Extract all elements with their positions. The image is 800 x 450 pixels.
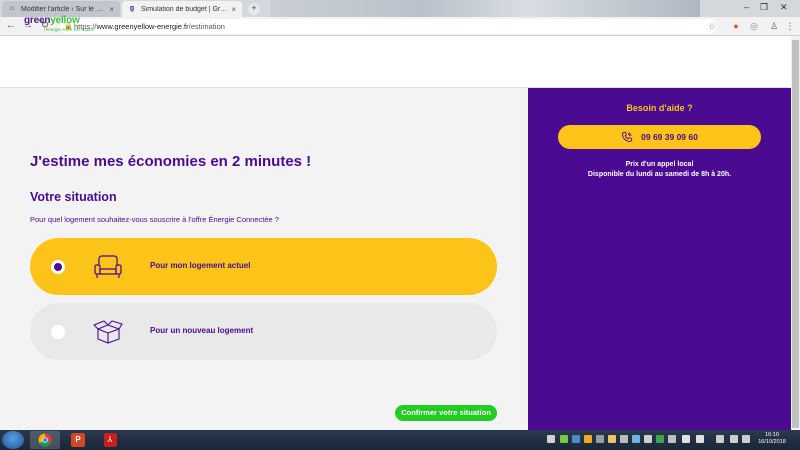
tray-app-icon[interactable] — [608, 435, 616, 443]
greenyellow-favicon: g — [129, 5, 135, 12]
acrobat-logo-icon: ⅄ — [103, 433, 117, 447]
page-title: J'estime mes économies en 2 minutes ! — [30, 153, 312, 170]
tray-dropbox-icon[interactable] — [572, 435, 580, 443]
question-text: Pour quel logement souhaitez-vous souscr… — [30, 215, 279, 224]
radio-button-unselected[interactable] — [51, 325, 65, 339]
address-bar[interactable]: 🔒 https://www.greenyellow-energie.fr/est… — [60, 19, 716, 34]
powerpoint-logo-icon: P — [71, 433, 85, 447]
minimize-window-icon[interactable]: – — [744, 2, 749, 12]
extension-icon[interactable]: ◎ — [748, 20, 760, 32]
tray-app-icon[interactable] — [632, 435, 640, 443]
browser-tab-strip: ⌂ Modifier l'article ‹ Sur le nuage ... … — [0, 0, 800, 17]
bookmark-star-icon[interactable]: ☆ — [706, 20, 718, 32]
logo-text-yellow: yellow — [50, 15, 80, 26]
powerpoint-taskbar-icon[interactable]: P — [63, 431, 93, 449]
browser-tab-title: Modifier l'article ‹ Sur le nuage ... — [21, 5, 106, 13]
box-icon — [93, 320, 123, 344]
tray-app-icon[interactable] — [668, 435, 676, 443]
extension-icon[interactable]: ● — [730, 20, 742, 32]
confirm-situation-button[interactable]: Confirmer votre situation — [395, 405, 497, 421]
option-label: Pour mon logement actuel — [150, 261, 251, 270]
back-arrow-icon[interactable]: ← — [5, 20, 17, 32]
site-header — [0, 36, 791, 88]
call-price-text: Prix d'un appel local — [625, 161, 694, 168]
option-new-home[interactable]: Pour un nouveau logement — [30, 303, 497, 360]
account-icon[interactable]: ♙ — [768, 20, 780, 32]
tray-network-icon[interactable] — [716, 435, 724, 443]
clock-time: 16:10 — [765, 432, 779, 438]
radio-button-selected[interactable] — [51, 260, 65, 274]
wordpress-icon: ⌂ — [9, 5, 15, 12]
tray-flag-icon[interactable] — [547, 435, 555, 443]
availability-text: Disponible du lundi au samedi de 8h à 20… — [587, 171, 732, 178]
close-tab-icon[interactable]: × — [109, 5, 114, 14]
tray-app-icon[interactable] — [682, 435, 690, 443]
taskbar-clock[interactable]: 16:10 16/10/2018 — [752, 432, 792, 446]
chrome-logo-icon — [38, 433, 52, 447]
section-title: Votre situation — [30, 190, 117, 204]
phone-number: 09 69 39 09 60 — [641, 132, 698, 142]
maximize-window-icon[interactable]: ❐ — [760, 2, 768, 13]
browser-tab-simulation[interactable]: g Simulation de budget | GreenYe... × — [122, 1, 242, 17]
tray-app-icon[interactable] — [620, 435, 628, 443]
armchair-icon — [94, 255, 122, 278]
url-path: /estimation — [188, 22, 225, 31]
tray-security-icon[interactable] — [560, 435, 568, 443]
close-window-icon[interactable]: ✕ — [780, 2, 788, 13]
clock-date: 16/10/2018 — [758, 439, 786, 445]
menu-dots-icon[interactable]: ⋮ — [784, 20, 796, 32]
tray-app-icon[interactable] — [584, 435, 592, 443]
page-scrollbar-thumb[interactable] — [792, 40, 799, 428]
logo-tagline: l'énergie entre vos mains — [44, 27, 94, 32]
tray-app-icon[interactable] — [644, 435, 652, 443]
browser-toolbar: ← → ↻ 🔒 https://www.greenyellow-energie.… — [0, 17, 800, 36]
tray-volume-icon[interactable] — [742, 435, 750, 443]
chrome-taskbar-icon[interactable] — [30, 431, 60, 449]
logo-text-green: green — [24, 15, 51, 26]
windows-start-icon[interactable] — [2, 431, 24, 449]
url-host: www.greenyellow-energie.fr — [96, 22, 189, 31]
tray-app-icon[interactable] — [596, 435, 604, 443]
help-title: Besoin d'aide ? — [626, 103, 693, 113]
radio-dot — [54, 263, 62, 271]
browser-tab-title: Simulation de budget | GreenYe... — [141, 5, 229, 13]
tray-signal-icon[interactable] — [730, 435, 738, 443]
new-tab-button[interactable]: + — [248, 3, 260, 15]
tray-app-icon[interactable] — [696, 435, 704, 443]
tray-app-icon[interactable] — [656, 435, 664, 443]
close-tab-icon[interactable]: × — [231, 5, 236, 14]
phone-icon — [622, 131, 633, 142]
phone-call-button[interactable]: 09 69 39 09 60 — [558, 125, 761, 149]
option-current-home[interactable]: Pour mon logement actuel — [30, 238, 497, 295]
window-background-photo — [270, 0, 700, 17]
greenyellow-logo[interactable]: greenyellow — [24, 15, 80, 26]
option-label: Pour un nouveau logement — [150, 326, 254, 335]
acrobat-taskbar-icon[interactable]: ⅄ — [95, 431, 125, 449]
